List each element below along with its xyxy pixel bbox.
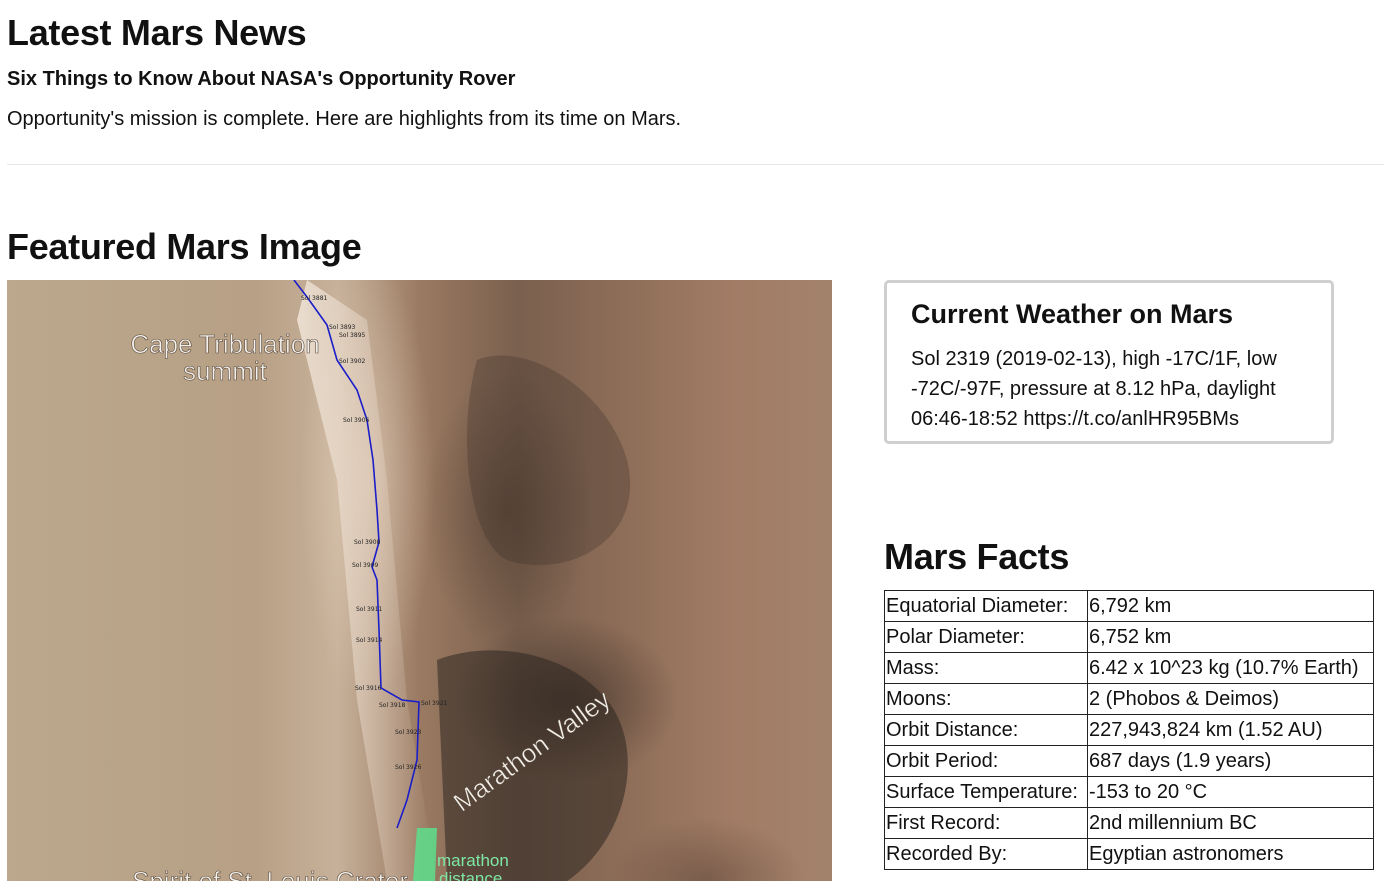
cape-tribulation-label: Cape Tribulation [130, 329, 319, 359]
fact-value: -153 to 20 °C [1087, 776, 1374, 808]
section-divider [7, 164, 1384, 165]
fact-value: 6,792 km [1087, 590, 1374, 622]
sol-marker: Sol 3881 [301, 295, 328, 302]
sol-marker: Sol 3908 [354, 539, 381, 546]
weather-title: Current Weather on Mars [911, 299, 1234, 329]
sol-marker: Sol 3911 [356, 606, 383, 613]
summit-label: summit [183, 356, 268, 386]
sol-marker: Sol 3906 [343, 417, 370, 424]
sol-marker: Sol 3926 [395, 764, 422, 771]
sol-marker: Sol 3916 [355, 685, 382, 692]
fact-value: Egyptian astronomers [1087, 838, 1374, 870]
rover-traverse-map: Sol 3881 Sol 3893 Sol 3895 Sol 3902 Sol … [130, 280, 631, 881]
fact-label: Orbit Distance: [884, 714, 1088, 746]
sol-marker: Sol 3893 [329, 324, 356, 331]
fact-label: Moons: [884, 683, 1088, 715]
fact-value: 687 days (1.9 years) [1087, 745, 1374, 777]
fact-value: 6,752 km [1087, 621, 1374, 653]
sol-marker: Sol 3909 [352, 562, 379, 569]
facts-table-row: Orbit Period: 687 days (1.9 years) [884, 745, 1374, 777]
sol-marker: Sol 3895 [339, 332, 366, 339]
fact-label: Recorded By: [884, 838, 1088, 870]
fact-label: Surface Temperature: [884, 776, 1088, 808]
facts-table-row: Recorded By: Egyptian astronomers [884, 838, 1374, 870]
facts-table-row: Polar Diameter: 6,752 km [884, 621, 1374, 653]
facts-table-row: First Record: 2nd millennium BC [884, 807, 1374, 839]
fact-label: Mass: [884, 652, 1088, 684]
distance-label: distance [439, 869, 502, 881]
fact-value: 2 (Phobos & Deimos) [1087, 683, 1374, 715]
facts-table-row: Mass: 6.42 x 10^23 kg (10.7% Earth) [884, 652, 1374, 684]
sol-marker: Sol 3921 [421, 700, 448, 707]
sol-marker: Sol 3914 [356, 637, 383, 644]
news-headline[interactable]: Six Things to Know About NASA's Opportun… [7, 68, 515, 91]
sol-marker: Sol 3918 [379, 702, 406, 709]
dark-rock-area [467, 355, 631, 566]
mars-facts-table: Equatorial Diameter: 6,792 km Polar Diamet… [884, 590, 1374, 870]
sol-marker: Sol 3902 [339, 358, 366, 365]
facts-table-row: Orbit Distance: 227,943,824 km (1.52 AU) [884, 714, 1374, 746]
fact-label: Polar Diameter: [884, 621, 1088, 653]
weather-report: Sol 2319 (2019-02-13), high -17C/1F, low… [911, 348, 1277, 430]
fact-value: 2nd millennium BC [1087, 807, 1374, 839]
featured-image-title: Featured Mars Image [7, 226, 362, 267]
fact-label: Equatorial Diameter: [884, 590, 1088, 622]
fact-label: Orbit Period: [884, 745, 1088, 777]
marathon-distance-marker [413, 828, 437, 881]
featured-mars-image[interactable]: Sol 3881 Sol 3893 Sol 3895 Sol 3902 Sol … [7, 280, 832, 881]
facts-table-row: Equatorial Diameter: 6,792 km [884, 590, 1374, 622]
fact-value: 227,943,824 km (1.52 AU) [1087, 714, 1374, 746]
bright-ridge [297, 280, 437, 881]
sol-marker: Sol 3923 [395, 729, 422, 736]
facts-table-row: Moons: 2 (Phobos & Deimos) [884, 683, 1374, 715]
facts-table-row: Surface Temperature: -153 to 20 °C [884, 776, 1374, 808]
crater-label: Spirit of St. Louis Crater [132, 866, 408, 881]
weather-card: Current Weather on Mars Sol 2319 (2019-0… [884, 280, 1334, 444]
fact-label: First Record: [884, 807, 1088, 839]
fact-value: 6.42 x 10^23 kg (10.7% Earth) [1087, 652, 1374, 684]
marathon-label: marathon [437, 851, 509, 870]
mars-facts-title: Mars Facts [884, 536, 1070, 577]
news-teaser: Opportunity's mission is complete. Here … [7, 108, 682, 130]
news-section-title: Latest Mars News [7, 12, 307, 53]
